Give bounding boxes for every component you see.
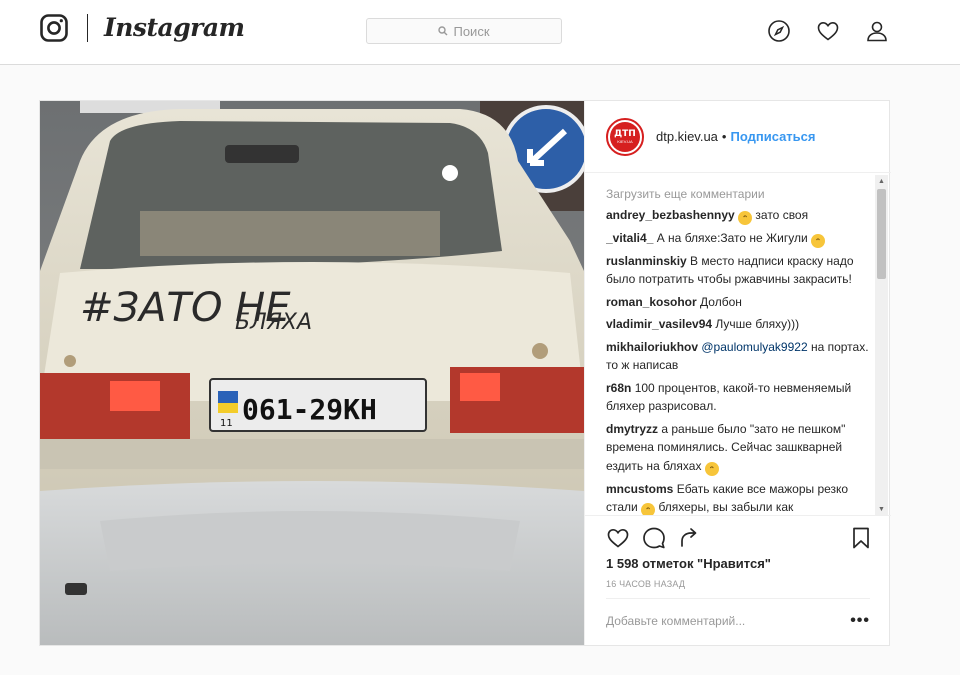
instagram-wordmark[interactable]: Instagram [104,13,245,42]
comment-username[interactable]: mncustoms [606,482,673,496]
plate-region: 11 [220,418,233,429]
comment-item: andrey_bezbashennyy ᵔ зато своя [606,206,870,225]
comment-item: _vitali4_ А на бляхе:Зато не Жигули ᵔ [606,229,870,248]
avatar-inner: ДТП KIEV.UA [610,121,640,152]
comment-item: ruslanminskiy В место надписи краску над… [606,252,870,289]
comment-item: roman_kosohor Долбон [606,293,870,312]
follow-button[interactable]: Подписаться [730,129,815,144]
compass-icon[interactable] [767,19,791,43]
grinning-emoji-icon: ᵔ [704,461,719,476]
comment-username[interactable]: vladimir_vasilev94 [606,317,712,331]
comment-item: mikhailoriukhov @paulomulyak9922 на порт… [606,338,870,375]
comment-text: 100 процентов, какой-то невменяемый блях… [606,380,852,414]
comment-username[interactable]: _vitali4_ [606,231,653,245]
grinning-emoji-icon: ᵔ [641,503,656,515]
comment-username[interactable]: dmytryzz [606,422,658,436]
scroll-down-arrow-icon[interactable]: ▼ [875,503,888,515]
profile-icon[interactable] [865,19,889,43]
comment-item: r68n 100 процентов, какой-то невменяемый… [606,379,870,416]
avatar[interactable]: ДТП KIEV.UA [606,117,644,156]
comment-item: vladimir_vasilev94 Лучше бляху))) [606,315,870,334]
top-navigation-bar: Instagram Поиск [0,0,960,65]
add-comment-row: Добавьте комментарий... ••• [606,598,870,642]
comment-mention[interactable]: @paulomulyak9922 [701,340,807,354]
instagram-logo-icon[interactable] [40,14,68,42]
logo-divider [87,14,88,42]
plate-number: 061-29КН [242,393,377,426]
comment-text: Лучше бляху))) [715,317,800,331]
header-separator: • [721,129,727,144]
avatar-text: ДТП [614,128,636,139]
comments-scrollbar[interactable]: ▲ ▼ [875,175,888,515]
share-icon[interactable] [678,526,702,550]
heart-icon[interactable] [816,19,840,43]
comment-item: mncustoms Ебать какие все мажоры резко с… [606,480,870,515]
like-heart-icon[interactable] [606,526,630,550]
post-actions-section: 1 598 отметок "Нравится" 16 ЧАСОВ НАЗАД … [585,515,891,645]
likes-count[interactable]: 1 598 отметок "Нравится" [606,556,771,571]
scroll-up-arrow-icon[interactable]: ▲ [875,175,888,187]
scrollbar-thumb[interactable] [877,189,886,279]
comment-text: зато своя [755,207,809,222]
post-side-panel: ДТП KIEV.UA dtp.kiev.ua • Подписаться За… [584,101,891,645]
post-timestamp[interactable]: 16 ЧАСОВ НАЗАД [606,579,685,589]
post-card: #ЗАТО НЕ БЛЯХА 11 061-29КН ДТП KIEV.UA d… [39,100,891,646]
comment-bubble-icon[interactable] [642,526,666,550]
search-icon [438,26,448,36]
comment-text-continued: бляхеры, вы забыли как [658,500,794,514]
author-username[interactable]: dtp.kiev.ua [656,129,718,144]
post-header: ДТП KIEV.UA dtp.kiev.ua • Подписаться [585,101,891,173]
avatar-subtext: KIEV.UA [617,138,633,144]
comment-text: Долбон [700,294,742,309]
comment-username[interactable]: andrey_bezbashennyy [606,208,735,222]
graffiti-text-line2: БЛЯХА [235,310,312,335]
comment-username[interactable]: r68n [606,381,631,395]
car-photo-illustration: #ЗАТО НЕ БЛЯХА 11 061-29КН [40,101,584,645]
more-options-icon[interactable]: ••• [850,612,870,630]
search-placeholder: Поиск [453,23,490,39]
search-input[interactable]: Поиск [366,18,562,44]
comment-username[interactable]: roman_kosohor [606,295,697,309]
add-comment-input[interactable]: Добавьте комментарий... [606,614,745,628]
comment-username[interactable]: mikhailoriukhov [606,340,698,354]
comment-item: dmytryzz а раньше было "зато не пешком" … [606,420,870,476]
grinning-emoji-icon: ᵔ [738,210,753,225]
comment-username[interactable]: ruslanminskiy [606,254,687,268]
post-photo[interactable]: #ЗАТО НЕ БЛЯХА 11 061-29КН [40,101,584,645]
comment-text: А на бляхе:Зато не Жигули [656,230,808,245]
tears-of-joy-emoji-icon: ᵔ [811,233,826,248]
comments-list[interactable]: Загрузить еще комментарии andrey_bezbash… [606,185,870,515]
load-more-comments-button[interactable]: Загрузить еще комментарии [606,185,870,204]
bookmark-icon[interactable] [849,526,873,550]
